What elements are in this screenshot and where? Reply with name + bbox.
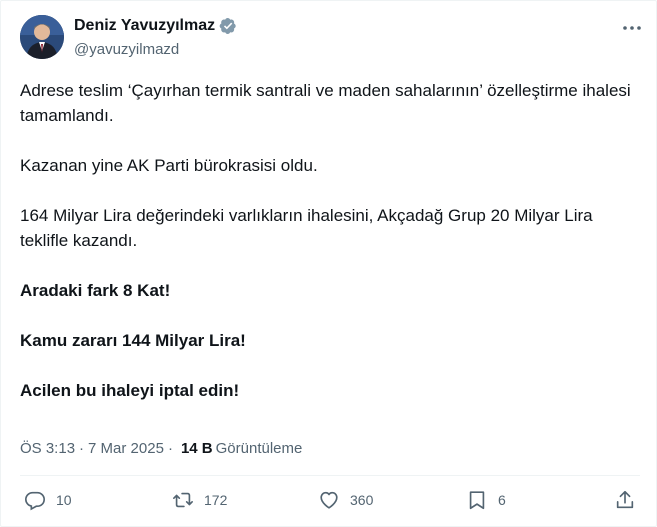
tweet-card: Deniz Yavuzyılmaz @yavuzyilmazd Adrese t… [0, 0, 657, 527]
more-options-button[interactable] [621, 19, 643, 37]
tweet-paragraph: Acilen bu ihaleyi iptal edin! [20, 381, 240, 400]
reply-count: 10 [56, 492, 72, 508]
author-handle[interactable]: @yavuzyilmazd [74, 41, 179, 58]
author-display-name[interactable]: Deniz Yavuzyılmaz [74, 17, 215, 35]
tweet-paragraph: 164 Milyar Lira değerindeki varlıkların … [20, 206, 593, 250]
like-button[interactable]: 360 [318, 489, 373, 511]
verified-badge-icon[interactable] [219, 17, 237, 35]
divider [20, 475, 640, 476]
avatar[interactable] [20, 15, 64, 59]
tweet-date[interactable]: 7 Mar 2025 [88, 440, 164, 457]
bookmark-count: 6 [498, 492, 506, 508]
heart-icon [320, 491, 338, 509]
bookmark-button[interactable]: 6 [466, 489, 506, 511]
tweet-text: Adrese teslim ‘Çayırhan termik santrali … [20, 78, 640, 403]
tweet-paragraph: Aradaki fark 8 Kat! [20, 281, 171, 300]
tweet-meta: ÖS 3:13 · 7 Mar 2025 · 14 B Görüntüleme [20, 440, 302, 457]
meta-separator: · [167, 440, 173, 457]
views-count[interactable]: 14 B [181, 440, 213, 457]
more-horizontal-icon [623, 26, 641, 30]
retweet-icon [173, 492, 193, 508]
like-count: 360 [350, 492, 374, 508]
retweet-count: 172 [204, 492, 228, 508]
reply-button[interactable]: 10 [24, 489, 72, 511]
avatar-image [20, 15, 64, 59]
share-icon [616, 490, 634, 509]
bookmark-icon [469, 491, 485, 510]
author-name-row: Deniz Yavuzyılmaz [74, 17, 237, 35]
reply-icon [25, 491, 45, 511]
tweet-paragraph: Adrese teslim ‘Çayırhan termik santrali … [20, 81, 631, 125]
share-button[interactable] [614, 489, 636, 511]
tweet-time[interactable]: ÖS 3:13 [20, 440, 75, 457]
meta-separator: · [79, 440, 85, 457]
tweet-paragraph: Kamu zararı 144 Milyar Lira! [20, 331, 246, 350]
tweet-paragraph: Kazanan yine AK Parti bürokrasisi oldu. [20, 156, 318, 175]
views-label[interactable]: Görüntüleme [216, 440, 303, 457]
retweet-button[interactable]: 172 [172, 489, 227, 511]
action-bar: 10 172 360 6 [20, 489, 642, 519]
